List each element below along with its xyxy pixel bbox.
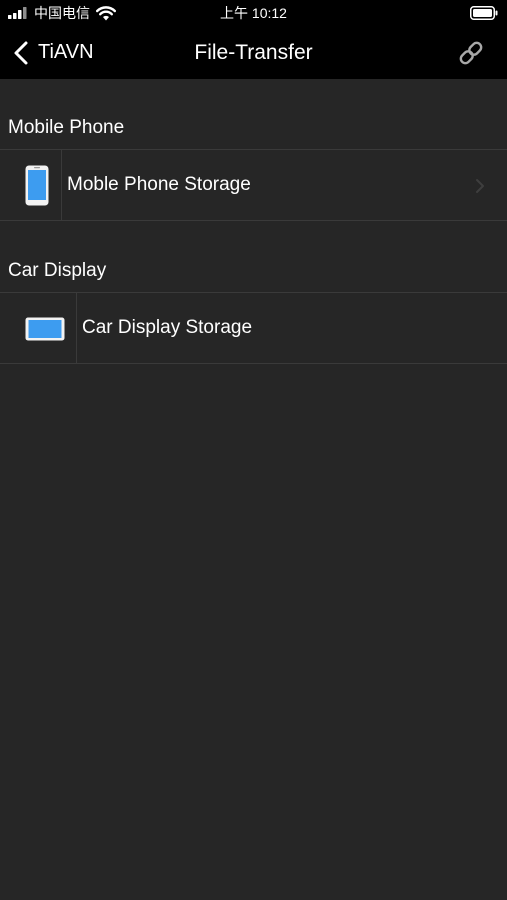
- link-icon: [459, 41, 483, 65]
- link-button[interactable]: [457, 39, 485, 67]
- row-icon-cell: [0, 150, 62, 220]
- navigation-bar: TiAVN File-Transfer: [0, 26, 507, 79]
- section-header-mobile-phone: Mobile Phone: [8, 117, 125, 138]
- list-item-car-display-storage[interactable]: Car Display Storage: [0, 292, 507, 364]
- back-button[interactable]: TiAVN: [12, 26, 94, 79]
- tablet-icon: [25, 317, 65, 341]
- row-icon-cell: [0, 293, 77, 363]
- chevron-left-icon: [14, 41, 28, 64]
- section-header-car-display: Car Display: [8, 260, 107, 281]
- list-item-mobile-phone-storage[interactable]: Moble Phone Storage: [0, 149, 507, 221]
- status-bar: 中国电信 上午 10:12: [0, 0, 507, 26]
- status-time: 上午 10:12: [220, 5, 287, 21]
- back-label: TiAVN: [38, 41, 94, 63]
- row-label: Car Display Storage: [82, 317, 253, 338]
- battery-icon: [470, 6, 498, 20]
- phone-icon: [25, 165, 49, 206]
- row-label: Moble Phone Storage: [67, 174, 251, 195]
- chevron-right-icon: [476, 179, 484, 193]
